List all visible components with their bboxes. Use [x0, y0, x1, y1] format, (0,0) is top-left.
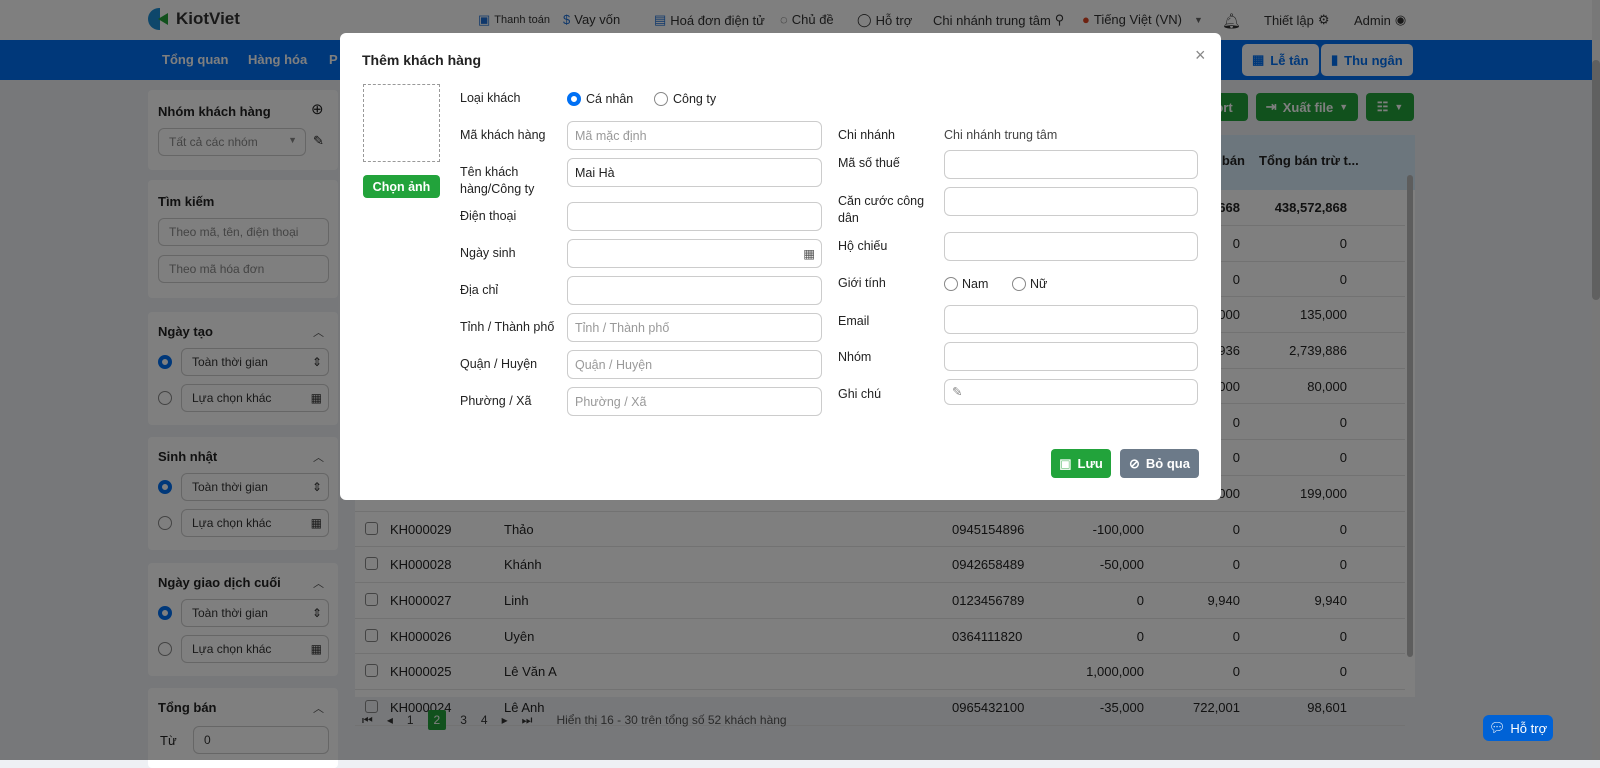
- ban-icon: ⊘: [1129, 455, 1140, 471]
- group-input[interactable]: [944, 342, 1198, 371]
- note-input[interactable]: ✎: [944, 379, 1198, 405]
- dialog-title: Thêm khách hàng: [362, 52, 482, 68]
- customer-name-input[interactable]: Mai Hà: [567, 158, 822, 187]
- passport-input[interactable]: [944, 232, 1198, 261]
- calendar-icon[interactable]: ▦: [803, 246, 815, 261]
- save-button[interactable]: ▣ Lưu: [1051, 449, 1111, 478]
- close-icon[interactable]: ×: [1195, 45, 1206, 66]
- city-input[interactable]: Tỉnh / Thành phố: [567, 313, 822, 342]
- email-input[interactable]: [944, 305, 1198, 334]
- photo-placeholder: [363, 84, 440, 162]
- pencil-icon: ✎: [952, 385, 963, 399]
- skip-button[interactable]: ⊘ Bỏ qua: [1120, 449, 1199, 478]
- branch-value: Chi nhánh trung tâm: [944, 128, 1058, 142]
- radio-company[interactable]: [654, 92, 668, 106]
- citizen-id-input[interactable]: [944, 187, 1198, 216]
- birthday-input[interactable]: ▦: [567, 239, 822, 268]
- radio-personal[interactable]: [567, 92, 581, 106]
- choose-photo-button[interactable]: Chọn ảnh: [363, 175, 440, 198]
- radio-female[interactable]: [1012, 277, 1026, 291]
- add-customer-dialog: Thêm khách hàng × Chọn ảnh Loại khách Cá…: [340, 33, 1221, 500]
- floppy-disk-icon: ▣: [1059, 455, 1072, 471]
- customer-code-input[interactable]: Mã mặc định: [567, 121, 822, 150]
- help-button[interactable]: 💬︎ Hỗ trợ: [1483, 715, 1553, 741]
- phone-input[interactable]: [567, 202, 822, 231]
- address-input[interactable]: [567, 276, 822, 305]
- ward-input[interactable]: Phường / Xã: [567, 387, 822, 416]
- district-input[interactable]: Quận / Huyện: [567, 350, 822, 379]
- tax-code-input[interactable]: [944, 150, 1198, 179]
- chat-bubble-icon: 💬︎: [1488, 720, 1506, 735]
- radio-male[interactable]: [944, 277, 958, 291]
